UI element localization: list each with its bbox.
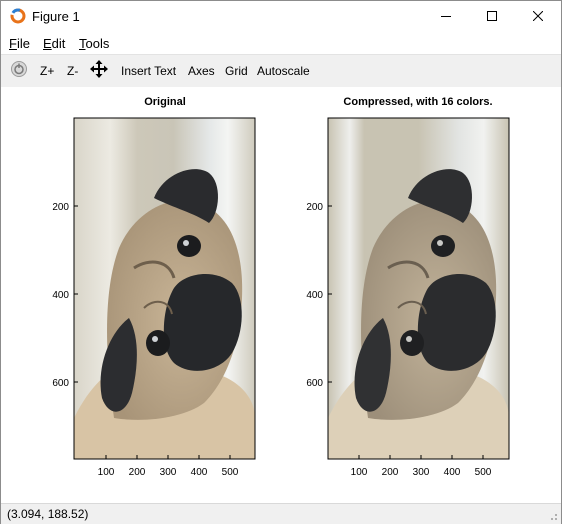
left-ytick-label: 400 [52, 290, 69, 301]
menu-edit-label: dit [51, 36, 66, 51]
pan-icon[interactable] [90, 60, 108, 78]
menu-tools-label: ools [85, 36, 110, 51]
left-axes-title: Original [144, 96, 186, 108]
left-ytick-label: 200 [52, 202, 69, 213]
maximize-button[interactable] [469, 1, 515, 31]
grid-button[interactable]: Grid [225, 64, 248, 78]
title-bar: Figure 1 [1, 1, 561, 31]
right-xtick-label: 400 [444, 467, 461, 478]
right-axes-title: Compressed, with 16 colors. [343, 96, 492, 108]
zoom-out-button[interactable]: Z- [67, 64, 78, 78]
octave-app-icon [10, 8, 26, 24]
minimize-button[interactable] [423, 1, 469, 31]
original-pug-image [74, 118, 255, 459]
insert-text-button[interactable]: Insert Text [121, 64, 176, 78]
left-xtick-label: 400 [191, 467, 208, 478]
left-ytick-label: 600 [52, 378, 69, 389]
left-xtick-label: 300 [160, 467, 177, 478]
right-axes: 200 400 600 100 200 300 400 500 [306, 117, 510, 478]
menu-edit[interactable]: Edit [43, 36, 65, 51]
compressed-pug-image [328, 118, 509, 459]
menu-file-mnemonic: F [9, 36, 17, 51]
maximize-icon [487, 11, 497, 21]
figure-canvas[interactable]: Original Compressed, with 16 colors. 200… [1, 87, 561, 503]
menu-bar: File Edit Tools [1, 32, 561, 54]
right-ytick-label: 200 [306, 202, 323, 213]
close-icon [533, 11, 543, 21]
right-xtick-label: 100 [351, 467, 368, 478]
zoom-in-button[interactable]: Z+ [40, 64, 54, 78]
left-xtick-label: 500 [222, 467, 239, 478]
status-bar: (3.094, 188.52) [1, 503, 561, 524]
window-title: Figure 1 [32, 9, 80, 24]
menu-file[interactable]: File [9, 36, 30, 51]
left-xtick-label: 100 [98, 467, 115, 478]
autoscale-button[interactable]: Autoscale [257, 64, 310, 78]
menu-edit-mnemonic: E [43, 36, 52, 51]
axes-button[interactable]: Axes [188, 64, 215, 78]
close-button[interactable] [515, 1, 561, 31]
right-xtick-label: 500 [475, 467, 492, 478]
right-ytick-label: 600 [306, 378, 323, 389]
toolbar: Z+ Z- Insert Text Axes Grid Autoscale [1, 54, 561, 88]
left-xtick-label: 200 [129, 467, 146, 478]
cursor-coordinates: (3.094, 188.52) [7, 507, 89, 521]
rotate-icon[interactable] [10, 60, 28, 78]
menu-tools[interactable]: Tools [79, 36, 109, 51]
left-axes: 200 400 600 100 200 300 400 500 [52, 117, 256, 478]
menu-file-label: ile [16, 36, 30, 51]
figure-svg: Original Compressed, with 16 colors. 200… [52, 96, 510, 478]
right-xtick-label: 300 [413, 467, 430, 478]
minimize-icon [441, 16, 451, 17]
resize-grip-icon[interactable] [548, 511, 558, 521]
figure-window: Figure 1 File Edit Tools Z+ Z- Insert Te… [0, 0, 562, 524]
right-xtick-label: 200 [382, 467, 399, 478]
right-ytick-label: 400 [306, 290, 323, 301]
